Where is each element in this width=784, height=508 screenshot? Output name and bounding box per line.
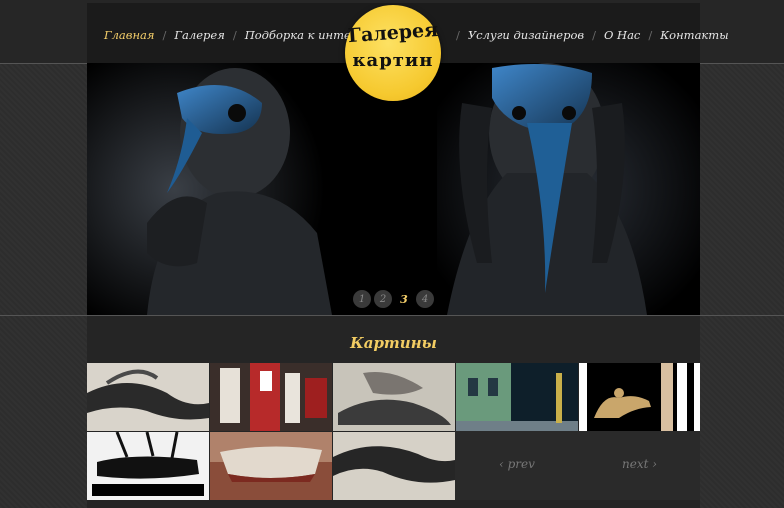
nav-separator: / [232, 28, 237, 42]
painting-2 [210, 363, 332, 431]
prev-link[interactable]: ‹ prev [499, 457, 535, 471]
header: Главная / Галерея / Подборка к интерьеру… [87, 3, 729, 101]
painting-4 [456, 363, 578, 431]
site-logo[interactable]: Галерея картин [345, 5, 441, 101]
nav-separator: / [456, 28, 460, 42]
gallery-thumb[interactable] [456, 363, 578, 431]
gallery-thumb[interactable] [210, 363, 332, 431]
slider-page-4[interactable]: 4 [416, 290, 434, 308]
logo-line-2: картин [352, 50, 434, 71]
nav-item-gallery[interactable]: Галерея [174, 28, 224, 42]
nav-right: / Услуги дизайнеров / О Нас / Контакты [456, 28, 729, 42]
nav-left: Главная / Галерея / Подборка к интерьеру [104, 28, 385, 42]
painting-5 [579, 363, 700, 431]
gallery-thumb[interactable] [333, 363, 455, 431]
nav-separator: / [162, 28, 167, 42]
slider-page-1[interactable]: 1 [353, 290, 371, 308]
gallery-pager: ‹ prev next › [455, 431, 700, 500]
painting-8 [333, 432, 455, 500]
nav-separator: / [592, 28, 596, 42]
nav-item-home[interactable]: Главная [104, 28, 155, 42]
nav-separator: / [648, 28, 653, 42]
nav-item-contacts[interactable]: Контакты [660, 28, 728, 42]
slider-pagination: 1 2 3 4 [353, 290, 434, 308]
nav-item-about[interactable]: О Нас [604, 28, 640, 42]
gallery-thumb[interactable] [87, 432, 209, 500]
slider-page-3[interactable]: 3 [395, 290, 413, 308]
gallery-thumb[interactable] [210, 432, 332, 500]
next-link[interactable]: next › [622, 457, 657, 471]
painting-3 [333, 363, 455, 431]
nav-item-designers[interactable]: Услуги дизайнеров [468, 28, 584, 42]
painting-7 [210, 432, 332, 500]
gallery-thumb[interactable] [333, 432, 455, 500]
painting-1 [87, 363, 209, 431]
page-container: Главная / Галерея / Подборка к интерьеру… [87, 0, 729, 508]
section-title: Картины [350, 334, 437, 352]
logo-line-1: Галерея [347, 18, 439, 48]
gallery-thumb[interactable] [87, 363, 209, 431]
slider-page-2[interactable]: 2 [374, 290, 392, 308]
gallery-thumb[interactable] [579, 363, 700, 431]
painting-6 [87, 432, 209, 500]
